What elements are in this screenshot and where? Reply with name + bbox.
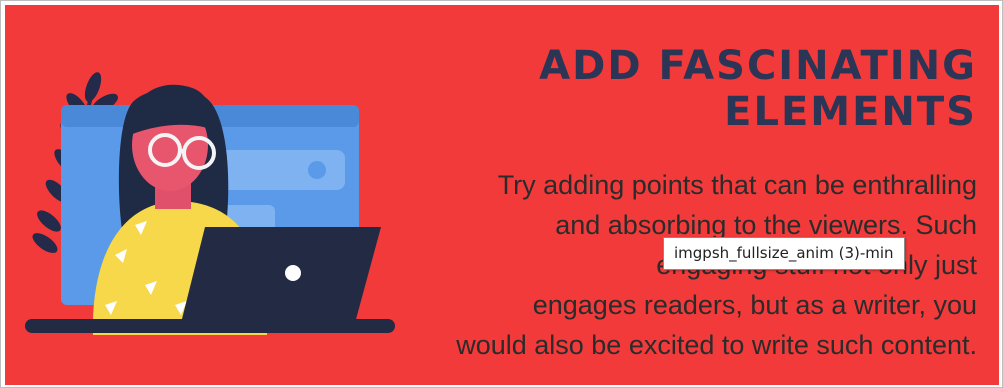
body-line: Try adding points that can be enthrallin… [497,170,977,200]
woman-with-laptop-illustration [25,72,395,335]
image-tooltip: imgpsh_fullsize_anim (3)-min [663,237,905,270]
banner-title-line: ELEMENTS [724,89,977,135]
body-line: engages readers, but as a writer, you [532,290,977,320]
image-frame: ADD FASCINATING ELEMENTS Try adding poin… [0,0,1003,388]
body-line: would also be excited to write such cont… [456,330,977,360]
banner-title: ADD FASCINATING ELEMENTS [457,43,977,135]
content-banner-image[interactable]: ADD FASCINATING ELEMENTS Try adding poin… [5,5,999,385]
smiley-icon [308,161,326,179]
banner-title-line: ADD FASCINATING [539,43,977,89]
